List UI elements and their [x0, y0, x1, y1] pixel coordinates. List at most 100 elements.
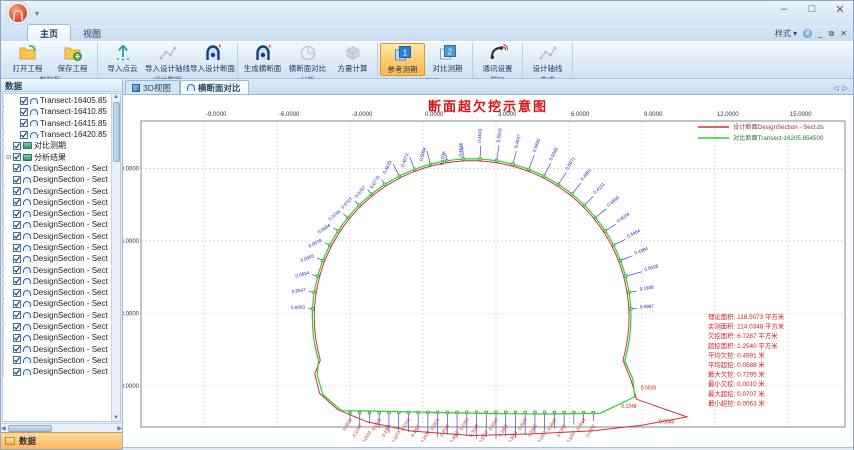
- scroll-down-icon[interactable]: ▼: [113, 415, 119, 421]
- checkbox-icon[interactable]: [13, 232, 21, 240]
- checkbox-icon[interactable]: [13, 244, 21, 252]
- tree-item-Transect-16415.85[interactable]: Transect-16415.85: [3, 118, 111, 129]
- tree-item-DesignSection - Sect[interactable]: DesignSection - Sect: [3, 321, 111, 332]
- checkbox-icon[interactable]: [20, 119, 28, 127]
- checkbox-icon[interactable]: [13, 356, 21, 364]
- tree-item-DesignSection - Sect[interactable]: DesignSection - Sect: [3, 185, 111, 196]
- data-panel-bottom-tab[interactable]: 数据: [1, 432, 122, 449]
- ribbon-button-生成横断面[interactable]: 生成横断面: [240, 43, 285, 74]
- checkbox-icon[interactable]: [13, 187, 21, 195]
- deviation-value-label: 0.0932: [361, 429, 372, 442]
- checkbox-icon[interactable]: [13, 289, 21, 297]
- tree-item-DesignSection - Sect[interactable]: DesignSection - Sect: [3, 163, 111, 174]
- tab-nav-arrows-icon[interactable]: ◁ ▷: [833, 84, 849, 92]
- style-menu-button[interactable]: 样式 ▾: [775, 28, 797, 39]
- tree-item-DesignSection - Sect[interactable]: DesignSection - Sect: [3, 355, 111, 366]
- ribbon-button-导入点云[interactable]: 导入点云: [100, 43, 145, 74]
- measurement-point-marker: [592, 411, 595, 414]
- tree-item-分析结果[interactable]: ⊟分析结果: [3, 151, 111, 162]
- measurement-point-marker: [583, 204, 586, 207]
- tree-item-DesignSection - Sect[interactable]: DesignSection - Sect: [3, 287, 111, 298]
- tree-item-DesignSection - Sect[interactable]: DesignSection - Sect: [3, 298, 111, 309]
- tree-item-label: DesignSection - Sect: [33, 277, 108, 286]
- checkbox-icon[interactable]: [20, 131, 28, 139]
- tree-item-label: DesignSection - Sect: [33, 187, 108, 196]
- tree-item-DesignSection - Sect[interactable]: DesignSection - Sect: [3, 332, 111, 343]
- tree-vscroll-thumb[interactable]: [113, 102, 120, 162]
- stats-line: 平均超挖: 0.0588 米: [708, 360, 765, 369]
- quick-access-caret-icon[interactable]: ▾: [35, 9, 39, 18]
- ribbon-button-横断面对比[interactable]: 横断面对比: [285, 43, 330, 74]
- tree-item-Transect-16420.85[interactable]: Transect-16420.85: [3, 129, 111, 140]
- checkbox-icon[interactable]: [13, 153, 21, 161]
- tree-item-DesignSection - Sect[interactable]: DesignSection - Sect: [3, 264, 111, 275]
- checkbox-icon[interactable]: [13, 176, 21, 184]
- tree-item-DesignSection - Sect[interactable]: DesignSection - Sect: [3, 366, 111, 377]
- checkbox-icon[interactable]: [13, 368, 21, 376]
- ribbon-button-参考测期[interactable]: 1参考测期: [380, 43, 425, 76]
- tree-item-DesignSection - Sect[interactable]: DesignSection - Sect: [3, 253, 111, 264]
- ribbon-restore-button[interactable]: ⧉: [829, 29, 835, 39]
- checkbox-icon[interactable]: [13, 311, 21, 319]
- checkbox-icon[interactable]: [13, 164, 21, 172]
- tunnel-section-icon: [23, 267, 31, 273]
- tree-item-DesignSection - Sect[interactable]: DesignSection - Sect: [3, 344, 111, 355]
- tree-item-DesignSection - Sect[interactable]: DesignSection - Sect: [3, 276, 111, 287]
- ribbon-button-对比测期[interactable]: 2对比测期: [425, 43, 470, 76]
- tree-item-对比测期[interactable]: 对比测期: [3, 140, 111, 151]
- checkbox-icon[interactable]: [13, 266, 21, 274]
- measurement-point-marker: [337, 229, 340, 232]
- checkbox-icon[interactable]: [13, 300, 21, 308]
- checkbox-icon[interactable]: [13, 334, 21, 342]
- checkbox-icon[interactable]: [20, 108, 28, 116]
- measurement-point-marker: [321, 259, 324, 262]
- scroll-right-icon[interactable]: ▶: [117, 425, 122, 432]
- tree-item-DesignSection - Sect[interactable]: DesignSection - Sect: [3, 174, 111, 185]
- deviation-value-label: 0.0997: [640, 304, 655, 310]
- tree-hscroll-thumb[interactable]: [8, 425, 52, 432]
- tree-item-Transect-16410.85[interactable]: Transect-16410.85: [3, 106, 111, 117]
- close-button[interactable]: ✕: [833, 3, 847, 16]
- tree-item-DesignSection - Sect[interactable]: DesignSection - Sect: [3, 310, 111, 321]
- minimize-button[interactable]: –: [777, 3, 791, 16]
- help-icon[interactable]: ?: [803, 29, 812, 38]
- ribbon-minimize-button[interactable]: _: [818, 29, 822, 38]
- checkbox-icon[interactable]: [13, 142, 21, 150]
- tree-item-DesignSection - Sect[interactable]: DesignSection - Sect: [3, 242, 111, 253]
- ribbon-button-保存工程[interactable]: 保存工程: [50, 43, 95, 74]
- tree-vertical-scrollbar[interactable]: ▲ ▼: [111, 94, 120, 421]
- measurement-point-marker: [479, 158, 482, 161]
- ribbon-button-导入设计断面[interactable]: 导入设计断面: [190, 43, 235, 74]
- checkbox-icon[interactable]: [13, 210, 21, 218]
- ribbon-tab-view[interactable]: 视图: [71, 25, 113, 41]
- tree-item-Transect-16405.85[interactable]: Transect-16405.85: [3, 95, 111, 106]
- app-orb-button[interactable]: [7, 2, 29, 24]
- deviation-value-label: 0.0955: [300, 253, 315, 263]
- ribbon-button-通讯设置[interactable]: 通讯设置: [475, 43, 520, 74]
- tree-item-DesignSection - Sect[interactable]: DesignSection - Sect: [3, 231, 111, 242]
- ribbon-button-方量计算[interactable]: 方量计算: [330, 43, 375, 74]
- tree-item-DesignSection - Sect[interactable]: DesignSection - Sect: [3, 197, 111, 208]
- scroll-up-icon[interactable]: ▲: [113, 94, 119, 100]
- tree-horizontal-scrollbar[interactable]: ◀ ▶: [1, 423, 122, 432]
- tree-item-DesignSection - Sect[interactable]: DesignSection - Sect: [3, 219, 111, 230]
- tab-section-compare[interactable]: 横断面对比: [180, 80, 250, 94]
- checkbox-icon[interactable]: [13, 255, 21, 263]
- checkbox-icon[interactable]: [20, 97, 28, 105]
- tree-item-DesignSection - Sect[interactable]: DesignSection - Sect: [3, 208, 111, 219]
- tab-3d-view[interactable]: 3D视图: [125, 80, 180, 94]
- ribbon-button-打开工程[interactable]: 打开工程: [5, 43, 50, 74]
- ribbon-close-button[interactable]: ✕: [840, 29, 847, 38]
- ribbon-tab-home[interactable]: 主页: [27, 24, 71, 41]
- ribbon-button-label: 对比测期: [433, 63, 463, 74]
- checkbox-icon[interactable]: [13, 198, 21, 206]
- tree-expander-icon[interactable]: ⊟: [6, 154, 13, 161]
- ribbon-button-设计轴线[interactable]: 设计轴线: [525, 43, 570, 74]
- checkbox-icon[interactable]: [13, 323, 21, 331]
- checkbox-icon[interactable]: [13, 221, 21, 229]
- scroll-left-icon[interactable]: ◀: [1, 425, 6, 432]
- checkbox-icon[interactable]: [13, 345, 21, 353]
- ribbon-button-导入设计轴线[interactable]: 导入设计轴线: [145, 43, 190, 74]
- checkbox-icon[interactable]: [13, 277, 21, 285]
- maximize-button[interactable]: □: [805, 3, 819, 16]
